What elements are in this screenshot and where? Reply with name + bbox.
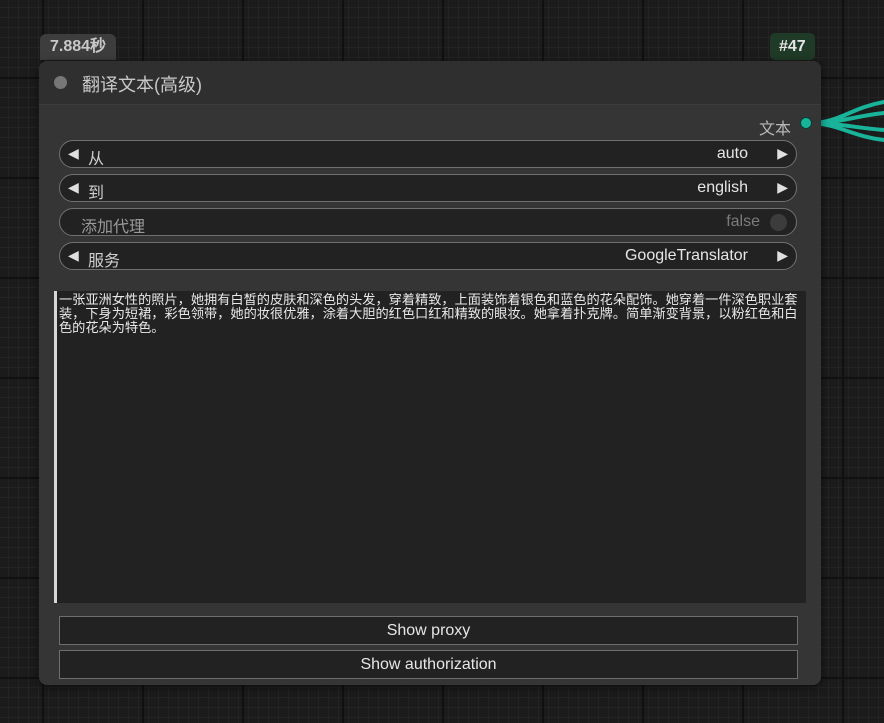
to-language-combo[interactable]: ◀ 到 english ▶ [59, 174, 797, 202]
right-arrow-icon[interactable]: ▶ [777, 179, 788, 196]
toggle-knob-icon[interactable] [770, 214, 787, 231]
show-proxy-button[interactable]: Show proxy [59, 616, 798, 645]
add-proxy-label: 添加代理 [81, 219, 146, 236]
translate-text-advanced-node[interactable]: 翻译文本(高级) 文本 ◀ 从 auto ▶ ◀ 到 english ▶ 添加代… [39, 61, 821, 685]
left-arrow-icon[interactable]: ◀ [68, 145, 79, 162]
right-arrow-icon[interactable]: ▶ [777, 247, 788, 264]
to-label: 到 [88, 185, 105, 202]
from-language-combo[interactable]: ◀ 从 auto ▶ [59, 140, 797, 168]
service-combo[interactable]: ◀ 服务 GoogleTranslator ▶ [59, 242, 797, 270]
show-authorization-button[interactable]: Show authorization [59, 650, 798, 679]
text-input-area[interactable]: 一张亚洲女性的照片，她拥有白皙的皮肤和深色的头发，穿着精致，上面装饰着银色和蓝色… [54, 291, 806, 603]
node-id-badge: #47 [770, 33, 815, 60]
right-arrow-icon[interactable]: ▶ [777, 145, 788, 162]
service-value: GoogleTranslator [624, 247, 748, 264]
collapse-dot-icon[interactable] [54, 76, 67, 89]
service-label: 服务 [88, 253, 121, 270]
to-value: english [697, 179, 748, 196]
from-value: auto [716, 145, 748, 162]
output-text-label: 文本 [758, 121, 791, 138]
add-proxy-toggle[interactable]: 添加代理 false [59, 208, 797, 236]
output-slot-icon[interactable] [800, 117, 812, 129]
left-arrow-icon[interactable]: ◀ [68, 247, 79, 264]
node-title: 翻译文本(高级) [82, 75, 202, 95]
execution-time-badge: 7.884秒 [40, 34, 117, 60]
node-header[interactable]: 翻译文本(高级) [39, 61, 821, 105]
left-arrow-icon[interactable]: ◀ [68, 179, 79, 196]
add-proxy-value: false [726, 213, 760, 230]
from-label: 从 [88, 151, 105, 168]
